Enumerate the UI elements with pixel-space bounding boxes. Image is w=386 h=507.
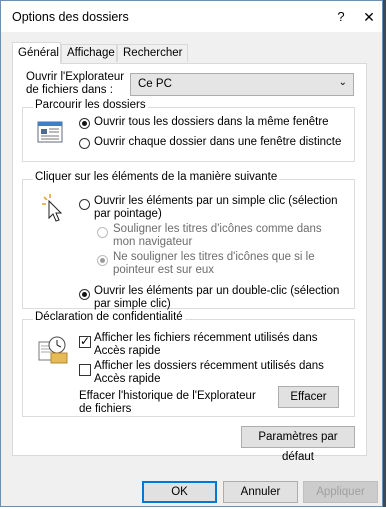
double-click-label[interactable]: Ouvrir les éléments par un double-clic (… — [94, 285, 344, 311]
privacy-legend: Déclaration de confidentialité — [33, 311, 185, 323]
folder-options-window: Options des dossiers ? ✕ Général Afficha… — [0, 0, 383, 507]
tab-view[interactable]: Affichage — [61, 44, 117, 62]
clear-button[interactable]: Effacer — [278, 386, 339, 408]
close-icon[interactable]: ✕ — [357, 6, 381, 28]
recent-files-label[interactable]: Afficher les fichiers récemment utilisés… — [94, 332, 344, 358]
recent-files-checkbox[interactable] — [79, 334, 91, 348]
separate-window-label[interactable]: Ouvrir chaque dossier dans une fenêtre d… — [94, 136, 341, 148]
title-bar[interactable]: Options des dossiers ? ✕ — [1, 1, 382, 32]
pointer-click-icon — [42, 194, 63, 222]
window-icon — [37, 121, 63, 143]
open-explorer-label: Ouvrir l'Explorateur de fichiers dans : — [26, 71, 125, 96]
ok-button[interactable]: OK — [142, 481, 217, 503]
restore-defaults-button[interactable]: Paramètres par défaut — [241, 426, 355, 463]
tab-search[interactable]: Rechercher — [117, 44, 188, 62]
apply-button[interactable]: Appliquer — [303, 481, 378, 503]
open-explorer-select[interactable]: Ce PC ⌄ — [130, 73, 354, 96]
underline-browser-label: Souligner les titres d'icônes comme dans… — [113, 223, 322, 248]
same-window-label[interactable]: Ouvrir tous les dossiers dans la même fe… — [94, 116, 329, 128]
browse-folders-legend: Parcourir les dossiers — [33, 99, 148, 111]
recent-history-icon — [38, 336, 68, 364]
same-window-radio[interactable] — [79, 118, 90, 129]
underline-hover-label: Ne souligner les titres d'icônes que si … — [113, 251, 315, 276]
chevron-down-icon: ⌄ — [338, 77, 347, 88]
cancel-button[interactable]: Annuler — [223, 481, 298, 503]
single-click-label[interactable]: Ouvrir les éléments par un simple clic (… — [94, 195, 344, 221]
click-items-legend: Cliquer sur les éléments de la manière s… — [33, 171, 280, 183]
single-click-radio[interactable] — [79, 199, 90, 210]
recent-folders-label[interactable]: Afficher les dossiers récemment utilisés… — [94, 360, 344, 386]
tab-general[interactable]: Général — [12, 42, 61, 64]
recent-folders-checkbox[interactable] — [79, 364, 91, 376]
clear-history-label: Effacer l'historique de l'Explorateur de… — [79, 390, 256, 415]
window-title: Options des dossiers — [12, 10, 129, 24]
help-icon[interactable]: ? — [329, 6, 353, 28]
underline-hover-radio[interactable] — [97, 255, 108, 266]
open-explorer-value: Ce PC — [138, 78, 172, 90]
separate-window-radio[interactable] — [79, 138, 90, 149]
underline-browser-radio[interactable] — [97, 227, 108, 238]
double-click-radio[interactable] — [79, 289, 90, 300]
